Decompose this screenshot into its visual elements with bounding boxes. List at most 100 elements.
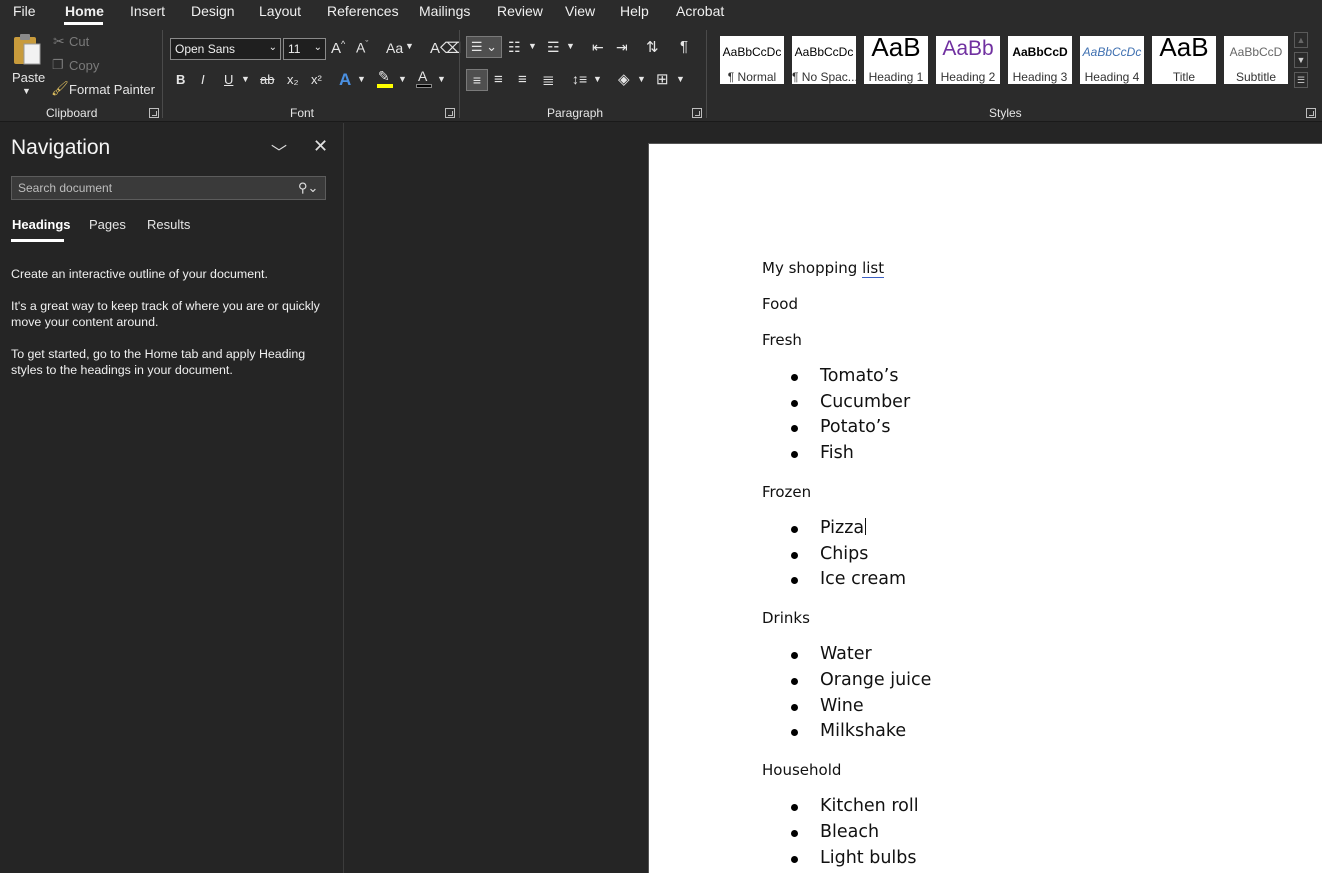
list-item[interactable]: Water <box>820 644 872 664</box>
bullet-icon <box>791 678 798 685</box>
document-title[interactable]: My shopping list <box>762 259 885 278</box>
list-item[interactable]: Bleach <box>820 822 879 842</box>
underline-button[interactable]: U <box>224 72 233 87</box>
increase-indent-button[interactable]: ⇥ <box>616 39 628 56</box>
strikethrough-button[interactable]: ab <box>260 72 274 87</box>
list-item[interactable]: Milkshake <box>820 721 906 741</box>
text-effects-icon[interactable]: A <box>339 70 351 90</box>
tab-layout[interactable]: Layout <box>259 3 301 19</box>
section-heading[interactable]: Food <box>762 295 798 313</box>
shading-button[interactable]: ◈ <box>618 70 630 88</box>
document-page[interactable] <box>648 143 1322 873</box>
clear-formatting-icon[interactable]: A⌫ <box>430 39 461 57</box>
style-sample: AaBbCcD <box>1229 45 1283 59</box>
list-item[interactable]: Cucumber <box>820 392 910 412</box>
list-item[interactable]: Wine <box>820 696 864 716</box>
style-subtitle[interactable]: AaBbCcD Subtitle <box>1224 36 1288 84</box>
search-icon[interactable]: ⚲⌄ <box>298 180 318 196</box>
style-heading-4[interactable]: AaBbCcDc Heading 4 <box>1080 36 1144 84</box>
font-color-button[interactable]: A <box>415 68 435 90</box>
section-heading[interactable]: Drinks <box>762 609 810 627</box>
search-input[interactable] <box>12 177 292 199</box>
help-text: Create an interactive outline of your do… <box>11 267 268 281</box>
decrease-indent-button[interactable]: ⇤ <box>592 39 604 56</box>
numbering-button[interactable]: ☷ <box>508 39 521 56</box>
paragraph-launcher-icon[interactable] <box>692 108 702 118</box>
format-painter-button[interactable]: Format Painter <box>69 82 155 97</box>
sort-button[interactable]: ⇅ <box>646 38 659 56</box>
subscript-button[interactable]: x₂ <box>287 72 299 87</box>
style-no-spacing[interactable]: AaBbCcDc ¶ No Spac... <box>792 36 856 84</box>
style-sample: AaBbCcD <box>1012 45 1068 59</box>
tab-references[interactable]: References <box>327 3 399 19</box>
clipboard-group-label: Clipboard <box>46 106 98 120</box>
chevron-down-icon: ⌄ <box>268 42 277 53</box>
align-center-button[interactable]: ≡ <box>494 71 503 88</box>
list-item[interactable]: Kitchen roll <box>820 796 919 816</box>
style-heading-3[interactable]: AaBbCcD Heading 3 <box>1008 36 1072 84</box>
list-item[interactable]: Ice cream <box>820 569 906 589</box>
shrink-font-button[interactable]: Aˇ <box>356 39 368 56</box>
change-case-button[interactable]: Aa <box>386 40 403 56</box>
align-left-button[interactable]: ≡ <box>466 69 488 91</box>
close-icon[interactable]: ✕ <box>313 136 328 157</box>
paste-button[interactable]: Paste ▼ <box>8 30 46 96</box>
section-heading[interactable]: Household <box>762 761 841 779</box>
list-item[interactable]: Chips <box>820 544 868 564</box>
copy-button[interactable]: Copy <box>69 58 99 73</box>
style-title[interactable]: AaB Title <box>1152 36 1216 84</box>
show-formatting-button[interactable]: ¶ <box>680 38 688 55</box>
clipboard-launcher-icon[interactable] <box>149 108 159 118</box>
styles-scroll-down-icon[interactable]: ▼ <box>1294 52 1308 68</box>
styles-scroll-up-icon[interactable]: ▲ <box>1294 32 1308 48</box>
justify-button[interactable]: ≣ <box>542 71 555 89</box>
tab-pages[interactable]: Pages <box>89 217 126 232</box>
style-heading-2[interactable]: AaBb Heading 2 <box>936 36 1000 84</box>
multilevel-list-button[interactable]: ☲ <box>547 39 560 56</box>
list-item[interactable]: Orange juice <box>820 670 931 690</box>
bullet-icon <box>791 425 798 432</box>
spellcheck-word[interactable]: list <box>862 259 885 278</box>
chevron-down-icon: ▼ <box>528 41 537 51</box>
tab-mailings[interactable]: Mailings <box>419 3 470 19</box>
styles-launcher-icon[interactable] <box>1306 108 1316 118</box>
highlight-swatch <box>377 84 393 88</box>
tab-headings[interactable]: Headings <box>12 217 71 232</box>
navigation-title: Navigation <box>11 136 111 159</box>
font-size-select[interactable]: 11 ⌄ <box>283 38 326 60</box>
tab-design[interactable]: Design <box>191 3 235 19</box>
tab-help[interactable]: Help <box>620 3 649 19</box>
superscript-button[interactable]: x² <box>311 72 322 87</box>
highlight-color-button[interactable]: ✎ <box>376 68 396 90</box>
tab-home[interactable]: Home <box>65 3 104 19</box>
bullet-icon <box>791 577 798 584</box>
style-heading-1[interactable]: AaB Heading 1 <box>864 36 928 84</box>
chevron-down-icon[interactable]: ﹀ <box>271 139 287 163</box>
align-right-button[interactable]: ≡ <box>518 71 527 88</box>
list-item[interactable]: Fish <box>820 443 854 463</box>
section-heading[interactable]: Frozen <box>762 483 811 501</box>
font-name-select[interactable]: Open Sans ⌄ <box>170 38 281 60</box>
list-item[interactable]: Tomato’s <box>820 366 898 386</box>
tab-insert[interactable]: Insert <box>130 3 165 19</box>
cut-button[interactable]: Cut <box>69 34 89 49</box>
font-launcher-icon[interactable] <box>445 108 455 118</box>
grow-font-button[interactable]: A^ <box>331 39 345 57</box>
style-normal[interactable]: AaBbCcDc ¶ Normal <box>720 36 784 84</box>
list-item[interactable]: Potato’s <box>820 417 890 437</box>
list-item[interactable]: Pizza <box>820 518 867 538</box>
list-item[interactable]: Light bulbs <box>820 848 917 868</box>
tab-results[interactable]: Results <box>147 217 190 232</box>
tab-review[interactable]: Review <box>497 3 543 19</box>
borders-button[interactable]: ⊞ <box>656 70 669 88</box>
styles-more-icon[interactable]: ☰ <box>1294 72 1308 88</box>
italic-button[interactable]: I <box>201 72 205 87</box>
tab-file[interactable]: File <box>13 3 36 19</box>
style-sample: AaBbCcDc <box>794 45 854 59</box>
tab-acrobat[interactable]: Acrobat <box>676 3 724 19</box>
tab-view[interactable]: View <box>565 3 595 19</box>
line-spacing-button[interactable]: ↕≡ <box>572 71 587 87</box>
bullets-button[interactable]: ☰ ⌄ <box>466 36 502 58</box>
section-heading[interactable]: Fresh <box>762 331 802 349</box>
bold-button[interactable]: B <box>176 72 185 87</box>
